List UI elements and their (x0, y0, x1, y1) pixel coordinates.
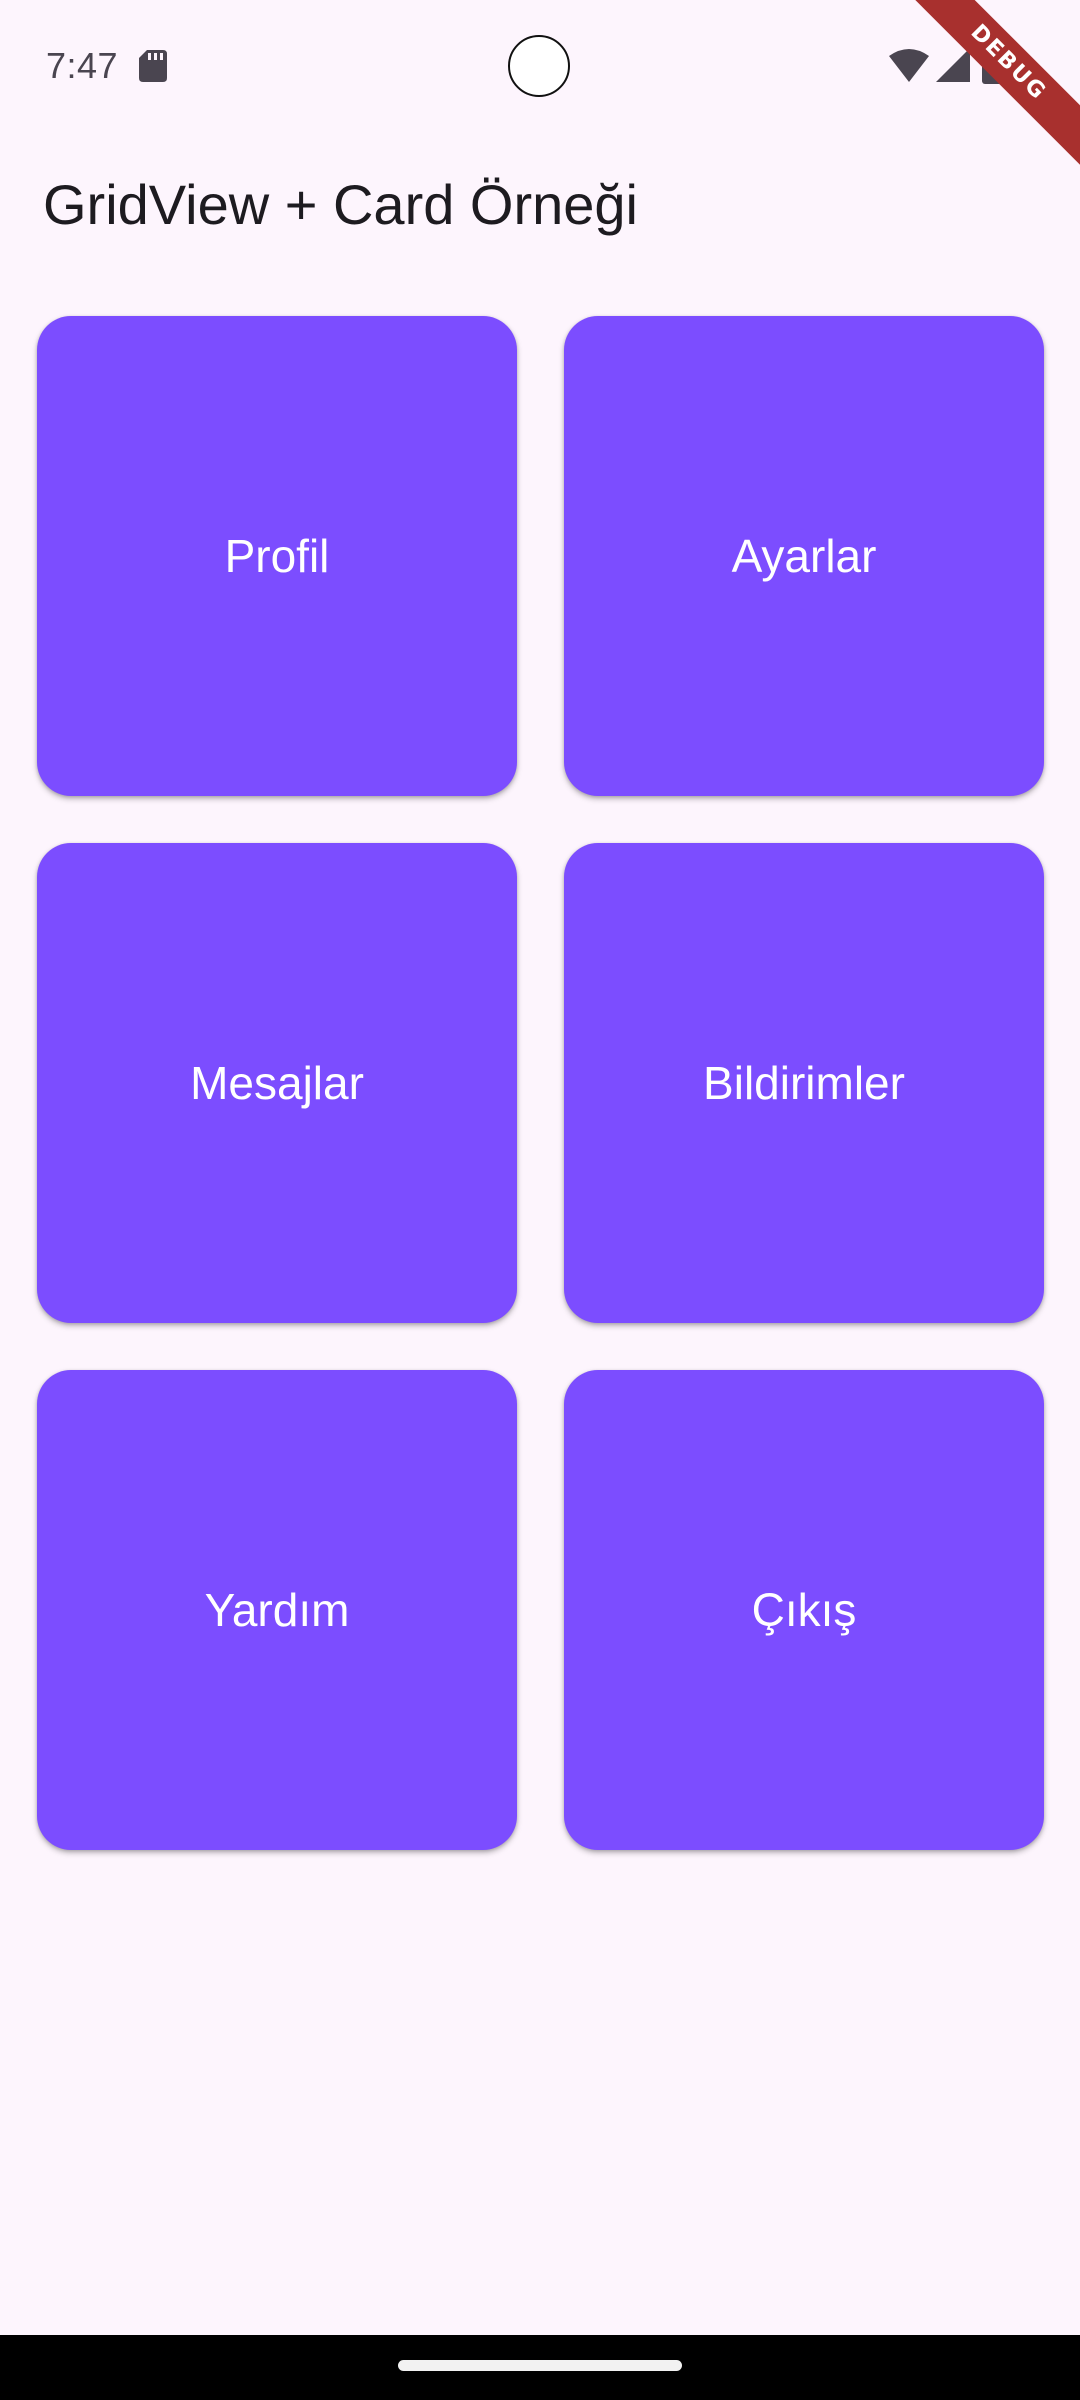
card-grid: Profil Ayarlar Mesajlar Bildirimler Yard… (37, 316, 1044, 1850)
navigation-bar (0, 2335, 1080, 2400)
card-label: Yardım (204, 1584, 350, 1636)
card-label: Profil (224, 530, 330, 582)
status-bar: 7:47 (0, 0, 1080, 132)
card-profil[interactable]: Profil (37, 316, 517, 796)
card-mesajlar[interactable]: Mesajlar (37, 843, 517, 1323)
screen: 7:47 DEBUG GridView + Card Örneği Profil (0, 0, 1080, 2400)
signal-icon (936, 48, 970, 82)
card-bildirimler[interactable]: Bildirimler (564, 843, 1044, 1323)
status-time: 7:47 (46, 45, 119, 86)
card-label: Bildirimler (703, 1057, 905, 1109)
card-cikis[interactable]: Çıkış (564, 1370, 1044, 1850)
page-title: GridView + Card Örneği (43, 173, 638, 236)
card-yardim[interactable]: Yardım (37, 1370, 517, 1850)
card-label: Mesajlar (190, 1057, 364, 1109)
battery-icon (982, 44, 1004, 84)
sd-card-icon (139, 50, 167, 82)
wifi-icon (889, 49, 929, 82)
card-label: Ayarlar (731, 530, 877, 582)
home-indicator[interactable] (398, 2360, 682, 2371)
card-label: Çıkış (751, 1584, 857, 1636)
card-ayarlar[interactable]: Ayarlar (564, 316, 1044, 796)
camera-cutout (508, 35, 570, 97)
